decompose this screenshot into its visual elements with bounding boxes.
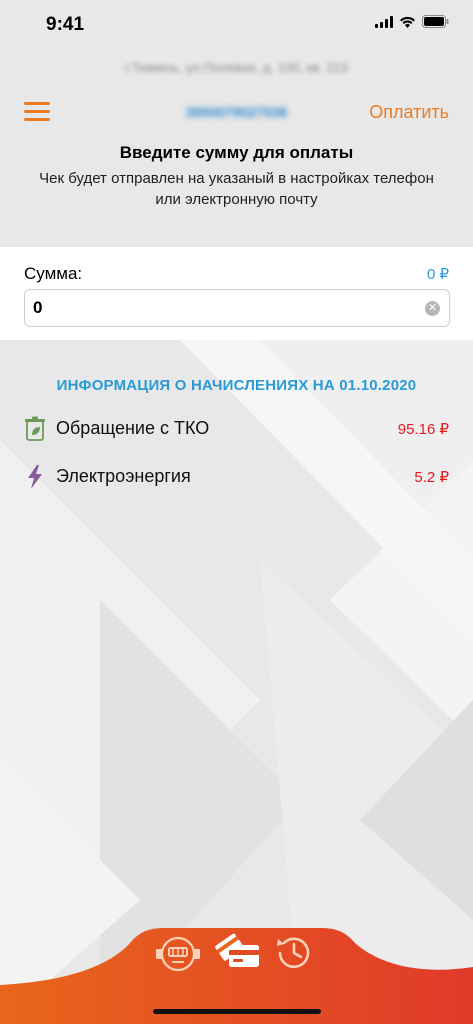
charge-name: Обращение с ТКО: [56, 418, 210, 438]
amount-label: Сумма:: [24, 264, 83, 283]
payment-card-icon[interactable]: [214, 928, 262, 974]
nav-bar: 3900079527538 Оплатить: [0, 96, 473, 136]
charge-amount: 5.2 ₽: [414, 469, 449, 486]
charge-row: Обращение с ТКО 95.16 ₽: [0, 412, 473, 448]
charges-title: ИНФОРМАЦИЯ О НАЧИСЛЕНИЯХ НА 01.10.2020: [56, 377, 417, 394]
clear-icon[interactable]: ✕: [425, 301, 440, 316]
waste-bin-icon: [25, 416, 45, 441]
history-icon[interactable]: [274, 933, 314, 973]
amount-input[interactable]: [33, 290, 413, 326]
status-bar: 9:41: [0, 0, 473, 50]
pay-button[interactable]: Оплатить: [369, 102, 449, 123]
meter-icon[interactable]: [154, 932, 202, 976]
charge-name: Электроэнергия: [56, 466, 191, 486]
status-icons: [375, 15, 449, 28]
home-indicator[interactable]: [153, 1009, 321, 1014]
charge-amount: 95.16 ₽: [397, 421, 449, 438]
lightning-icon: [28, 465, 42, 489]
battery-icon: [422, 15, 449, 28]
status-time: 9:41: [46, 14, 85, 35]
signal-icon: [375, 15, 393, 28]
account-address: г.Тюмень, ул.Полевая, д. 100, кв. 213: [124, 60, 349, 75]
amount-total: 0 ₽: [426, 266, 449, 283]
amount-panel: Сумма: 0 ₽ ✕: [0, 247, 473, 340]
charge-row: Электроэнергия 5.2 ₽: [0, 460, 473, 496]
page-subtitle: Чек будет отправлен на указаный в настро…: [39, 170, 434, 208]
page-title: Введите сумму для оплаты: [119, 143, 354, 162]
amount-field[interactable]: ✕: [24, 289, 450, 327]
wifi-icon: [400, 16, 415, 28]
